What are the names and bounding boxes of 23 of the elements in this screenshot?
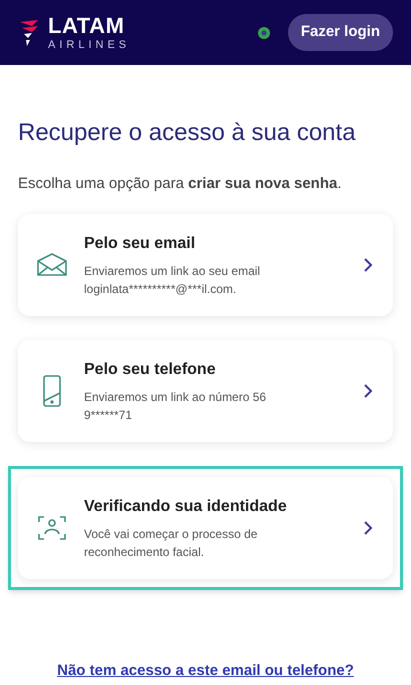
envelope-icon — [36, 252, 68, 276]
option-title: Verificando sua identidade — [84, 496, 288, 516]
page-subtitle: Escolha uma opção para criar sua nova senha. — [18, 174, 343, 194]
login-button[interactable]: Fazer login — [288, 14, 393, 51]
phone-icon — [42, 374, 62, 406]
option-title: Pelo seu email — [84, 234, 196, 254]
chevron-right-icon — [363, 520, 373, 536]
option-description: Enviaremos um link ao número 56 9******71 — [84, 388, 268, 424]
logo-name: LATAM — [48, 14, 126, 36]
option-description: Você vai começar o processo de reconhecimento facial. — [84, 526, 258, 560]
option-card[interactable]: Verificando sua identidade Você vai começar o processo de reconhecimento facial. — [18, 476, 393, 578]
logo-icon — [18, 18, 40, 48]
help-link[interactable]: Não tem acesso a este email ou telefone? — [57, 660, 354, 682]
option-description: Enviaremos um link ao seu email loginlata**********@***il.com. — [84, 262, 262, 298]
option-title: Pelo seu telefone — [84, 360, 217, 380]
chevron-right-icon — [363, 256, 373, 272]
option-card[interactable]: Pelo seu email Enviaremos um link ao seu email loginlata**********@***il.com. — [18, 214, 393, 316]
flag-icon — [258, 26, 270, 38]
logo-tagline: AIRLINES — [48, 40, 130, 50]
page-title: Recupere o acesso à sua conta — [18, 118, 357, 148]
option-card[interactable]: Pelo seu telefone Enviaremos um link ao número 56 9******71 — [18, 340, 393, 442]
chevron-right-icon — [363, 382, 373, 398]
face-scan-icon — [37, 514, 67, 542]
